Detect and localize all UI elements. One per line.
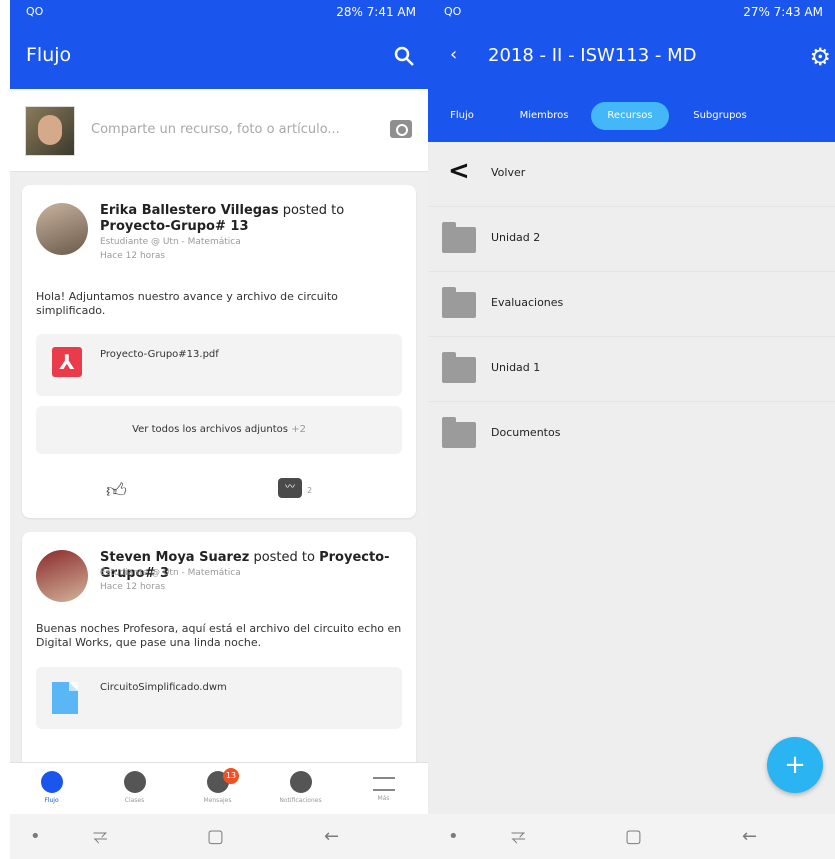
- globe-icon: [40, 771, 63, 793]
- attachment-name: CircuitoSimplificado.dwm: [100, 682, 227, 693]
- back-icon[interactable]: ←: [742, 826, 757, 847]
- system-nav: • ⥩ ▢ ←: [10, 814, 428, 859]
- post-time: Hace 12 horas: [100, 582, 166, 592]
- status-right: 28% 7:41 AM: [336, 5, 416, 19]
- post-author[interactable]: Steven Moya Suarez: [100, 550, 249, 565]
- post-subtitle: Estudiante @ Utn - Matemática: [100, 237, 241, 247]
- post-card: Steven Moya Suarez posted to Proyecto-Gr…: [22, 532, 416, 792]
- folder-label: Documentos: [491, 426, 561, 439]
- home-icon[interactable]: ▢: [207, 826, 224, 847]
- composer-input[interactable]: Comparte un recurso, foto o artículo...: [91, 122, 340, 137]
- folder-row[interactable]: Unidad 2: [428, 207, 835, 272]
- status-left: QO: [444, 5, 462, 18]
- document-icon: [52, 682, 78, 714]
- like-icon[interactable]: 👍︎: [106, 478, 127, 503]
- pdf-icon: ⅄: [52, 347, 82, 377]
- tab-bar: Flujo Miembros Recursos Subgrupos: [428, 90, 835, 142]
- avatar: [36, 550, 88, 602]
- post-subtitle: Estudiante @ Utn - Matemática: [100, 568, 241, 578]
- status-left: QO: [26, 5, 44, 18]
- bottom-nav: Flujo Clases 13 Mensajes Notificaciones …: [10, 762, 428, 815]
- composer[interactable]: Comparte un recurso, foto o artículo...: [10, 89, 428, 172]
- back-icon[interactable]: ←: [324, 826, 339, 847]
- post-author[interactable]: Erika Ballestero Villegas: [100, 203, 279, 218]
- nav-clases[interactable]: Clases: [93, 763, 176, 815]
- folder-icon: [442, 222, 476, 253]
- notification-badge: 13: [223, 768, 239, 784]
- comment-icon[interactable]: 〰: [278, 478, 302, 498]
- nav-label: Mensajes: [203, 797, 232, 804]
- system-dot-icon[interactable]: •: [30, 826, 41, 847]
- nav-label: Clases: [124, 797, 145, 804]
- back-row[interactable]: < Volver: [428, 142, 835, 207]
- camera-icon[interactable]: [390, 120, 412, 138]
- feed[interactable]: Erika Ballestero Villegas posted to Proy…: [10, 172, 428, 859]
- bell-icon: [289, 771, 312, 793]
- post-text: Hola! Adjuntamos nuestro avance y archiv…: [36, 290, 338, 317]
- post-connector: posted to: [282, 203, 345, 218]
- nav-mas[interactable]: Más: [342, 763, 425, 815]
- avatar: [36, 203, 88, 255]
- post-title: Erika Ballestero Villegas posted to Proy…: [100, 203, 400, 235]
- nav-label: Flujo: [44, 797, 59, 804]
- search-icon[interactable]: [392, 44, 416, 68]
- tab-miembros[interactable]: Miembros: [512, 102, 576, 130]
- post-text: Buenas noches Profesora, aquí está el ar…: [36, 622, 402, 649]
- home-icon[interactable]: ▢: [625, 826, 642, 847]
- page-title: 2018 - II - ISW113 - MD: [488, 45, 697, 66]
- menu-icon: [372, 777, 395, 791]
- avatar: [25, 106, 75, 156]
- left-screen: QO 28% 7:41 AM Flujo Comparte un recurso…: [10, 0, 428, 859]
- add-resource-button[interactable]: +: [767, 737, 823, 793]
- recents-icon[interactable]: ⥩: [511, 826, 525, 847]
- app-bar: ‹ 2018 - II - ISW113 - MD ⚙: [428, 24, 835, 90]
- nav-label: Más: [377, 795, 390, 802]
- post-connector: posted to: [253, 550, 315, 565]
- folder-row[interactable]: Unidad 1: [428, 337, 835, 402]
- view-all-label: Ver todos los archivos adjuntos: [132, 424, 288, 435]
- system-dot-icon[interactable]: •: [448, 826, 459, 847]
- folder-label: Evaluaciones: [491, 296, 564, 309]
- comment-count: 2: [307, 486, 313, 495]
- back-chevron-icon: <: [448, 156, 470, 186]
- view-all-attachments-button[interactable]: Ver todos los archivos adjuntos +2: [36, 406, 402, 454]
- post-card: Erika Ballestero Villegas posted to Proy…: [22, 185, 416, 518]
- tab-recursos[interactable]: Recursos: [591, 102, 669, 130]
- tab-flujo[interactable]: Flujo: [442, 102, 482, 130]
- system-nav: • ⥩ ▢ ←: [428, 814, 835, 859]
- folder-icon: [442, 287, 476, 318]
- nav-notificaciones[interactable]: Notificaciones: [259, 763, 342, 815]
- status-bar: QO 27% 7:43 AM: [428, 0, 835, 24]
- folder-row[interactable]: Evaluaciones: [428, 272, 835, 337]
- page-title: Flujo: [26, 44, 72, 66]
- tab-subgrupos[interactable]: Subgrupos: [686, 102, 754, 130]
- gear-icon[interactable]: ⚙: [809, 43, 831, 71]
- right-screen: QO 27% 7:43 AM ‹ 2018 - II - ISW113 - MD…: [428, 0, 835, 859]
- post-group[interactable]: Proyecto-Grupo# 13: [100, 219, 249, 234]
- folder-icon: [442, 352, 476, 383]
- nav-label: Notificaciones: [279, 797, 322, 804]
- nav-flujo[interactable]: Flujo: [10, 763, 93, 815]
- back-chevron-icon[interactable]: ‹: [450, 44, 457, 65]
- folder-label: Unidad 2: [491, 231, 541, 244]
- nav-mensajes[interactable]: 13 Mensajes: [176, 763, 259, 815]
- status-bar: QO 28% 7:41 AM: [10, 0, 428, 24]
- app-bar: Flujo: [10, 24, 428, 89]
- attachment[interactable]: CircuitoSimplificado.dwm: [36, 667, 402, 729]
- attachment[interactable]: ⅄ Proyecto-Grupo#13.pdf: [36, 334, 402, 396]
- people-icon: [123, 771, 146, 793]
- attachments-count: +2: [291, 424, 306, 435]
- folder-row[interactable]: Documentos: [428, 402, 835, 466]
- post-time: Hace 12 horas: [100, 251, 166, 261]
- attachment-name: Proyecto-Grupo#13.pdf: [100, 349, 219, 360]
- back-label: Volver: [491, 166, 526, 179]
- recents-icon[interactable]: ⥩: [93, 826, 107, 847]
- status-right: 27% 7:43 AM: [743, 5, 823, 19]
- folder-icon: [442, 417, 476, 448]
- folder-label: Unidad 1: [491, 361, 541, 374]
